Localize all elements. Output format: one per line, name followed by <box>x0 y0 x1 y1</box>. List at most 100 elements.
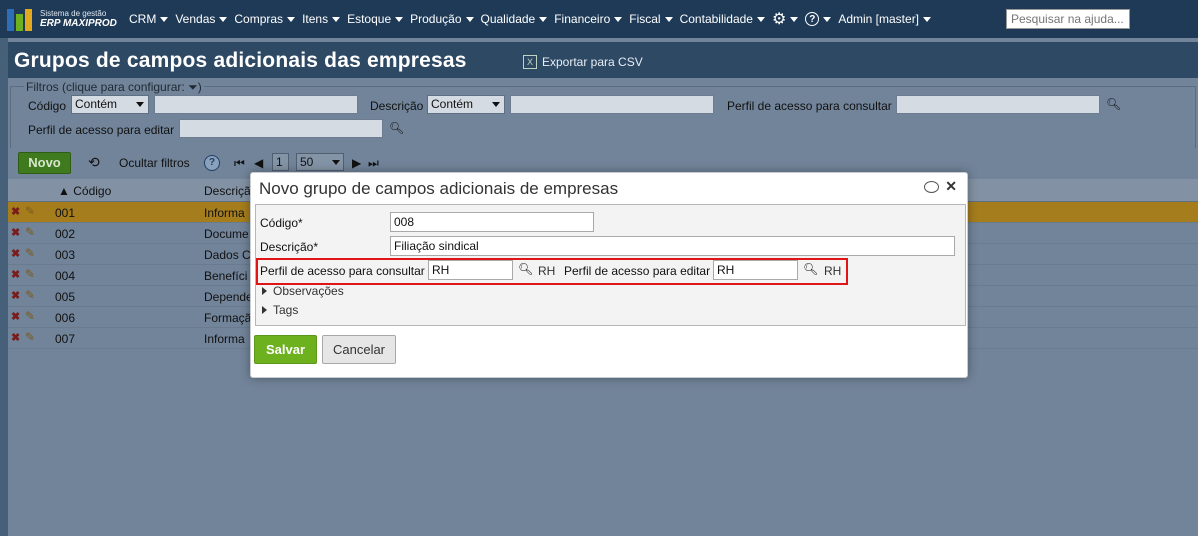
row-description: Depende <box>204 290 253 304</box>
edit-icon[interactable]: ✎ <box>25 267 35 281</box>
column-codigo[interactable]: ▲ Código <box>58 184 111 198</box>
search-icon[interactable]: 🔍︎ <box>803 262 818 276</box>
operator-value: Contém <box>75 97 118 111</box>
filter-consultar-input[interactable] <box>896 95 1100 114</box>
row-description: Docume <box>204 227 249 241</box>
row-code: 002 <box>55 227 76 241</box>
menu-label: Contabilidade <box>679 12 753 26</box>
filter-editar-label: Perfil de acesso para editar <box>28 123 175 137</box>
new-button[interactable]: Novo <box>18 152 71 174</box>
page-size-value: 50 <box>300 155 314 169</box>
help-circle-icon[interactable]: ? <box>204 154 220 171</box>
edit-icon[interactable]: ✎ <box>25 204 35 218</box>
filter-codigo-operator[interactable]: Contém <box>71 95 149 114</box>
codigo-input[interactable]: 008 <box>390 212 594 232</box>
menu-label: Fiscal <box>629 12 661 26</box>
chevron-down-icon <box>664 16 673 22</box>
page-size-select[interactable]: 50 <box>296 153 344 171</box>
prev-page-icon[interactable]: ◀ <box>254 156 263 170</box>
menu-crm[interactable]: CRM <box>129 12 169 26</box>
cancel-button[interactable]: Cancelar <box>322 335 396 364</box>
export-csv-button[interactable]: X Exportar para CSV <box>523 55 643 69</box>
top-navbar: Sistema de gestão ERP MAXIPROD CRM Venda… <box>0 0 1198 38</box>
expand-arrow-icon <box>262 306 267 314</box>
tags-label: Tags <box>273 303 299 317</box>
spreadsheet-icon: X <box>523 55 537 69</box>
edit-icon[interactable]: ✎ <box>25 225 35 239</box>
delete-icon[interactable]: ✖ <box>11 268 20 281</box>
delete-icon[interactable]: ✖ <box>11 247 20 260</box>
app-logo[interactable]: Sistema de gestão ERP MAXIPROD <box>7 7 129 31</box>
codigo-label: Código* <box>260 216 303 230</box>
menu-financeiro[interactable]: Financeiro <box>554 12 623 26</box>
operator-value: Contém <box>431 97 474 111</box>
menu-user[interactable]: Admin [master] <box>838 12 932 26</box>
delete-icon[interactable]: ✖ <box>11 205 20 218</box>
search-icon[interactable]: 🔍︎ <box>389 121 404 135</box>
filter-descricao-input[interactable] <box>510 95 714 114</box>
observacoes-label: Observações <box>273 284 344 298</box>
menu-help[interactable]: ? <box>805 12 832 26</box>
refresh-icon[interactable]: ⟲ <box>88 154 100 171</box>
edit-icon[interactable]: ✎ <box>25 330 35 344</box>
row-code: 005 <box>55 290 76 304</box>
consultar-input[interactable]: RH <box>428 260 513 280</box>
search-icon[interactable]: 🔍︎ <box>1106 97 1121 111</box>
filter-consultar-label: Perfil de acesso para consultar <box>727 99 892 113</box>
menu-fiscal[interactable]: Fiscal <box>629 12 673 26</box>
chevron-down-icon <box>160 16 169 22</box>
column-descricao[interactable]: Descriçã <box>204 184 251 198</box>
comment-icon[interactable] <box>924 180 940 193</box>
menu-producao[interactable]: Produção <box>410 12 474 26</box>
menu-estoque[interactable]: Estoque <box>347 12 404 26</box>
row-description: Benefíci <box>204 269 248 283</box>
chevron-down-icon <box>219 16 228 22</box>
filter-codigo-input[interactable] <box>154 95 358 114</box>
page-number-input[interactable]: 1 <box>272 153 289 171</box>
filter-descricao-operator[interactable]: Contém <box>427 95 505 114</box>
delete-icon[interactable]: ✖ <box>11 310 20 323</box>
menu-settings[interactable]: ⚙ <box>772 9 799 29</box>
chevron-down-icon <box>923 16 932 22</box>
sort-asc-icon: ▲ <box>58 184 70 198</box>
user-label: Admin [master] <box>838 12 920 26</box>
delete-icon[interactable]: ✖ <box>11 289 20 302</box>
menu-itens[interactable]: Itens <box>302 12 341 26</box>
filter-editar-input[interactable] <box>179 119 383 138</box>
menu-compras[interactable]: Compras <box>234 12 296 26</box>
chevron-down-icon <box>492 102 500 107</box>
filters-legend[interactable]: Filtros (clique para configurar: ⏷) <box>24 80 204 95</box>
menu-contabilidade[interactable]: Contabilidade <box>680 12 765 26</box>
save-button[interactable]: Salvar <box>254 335 317 364</box>
export-label: Exportar para CSV <box>542 55 643 69</box>
next-page-icon[interactable]: ▶ <box>352 156 361 170</box>
chevron-down-icon <box>823 16 832 22</box>
dialog-tools: ✕ <box>924 178 957 195</box>
close-icon[interactable]: ✕ <box>945 178 957 195</box>
row-description: Informa <box>204 206 245 220</box>
delete-icon[interactable]: ✖ <box>11 226 20 239</box>
hide-filters-button[interactable]: Ocultar filtros <box>119 156 190 170</box>
help-search-input[interactable] <box>1006 9 1130 29</box>
menu-qualidade[interactable]: Qualidade <box>481 12 548 26</box>
observacoes-expander[interactable]: Observações <box>262 284 344 298</box>
consultar-label: Perfil de acesso para consultar <box>260 264 425 278</box>
edit-icon[interactable]: ✎ <box>25 246 35 260</box>
delete-icon[interactable]: ✖ <box>11 331 20 344</box>
descricao-input[interactable]: Filiação sindical <box>390 236 955 256</box>
first-page-icon[interactable]: ⏮ <box>234 156 245 171</box>
main-menu: CRM Vendas Compras Itens Estoque Produçã… <box>129 0 938 38</box>
tags-expander[interactable]: Tags <box>262 303 298 317</box>
row-description: Dados C <box>204 248 251 262</box>
edit-icon[interactable]: ✎ <box>25 288 35 302</box>
last-page-icon[interactable]: ⏭ <box>368 156 379 171</box>
editar-input[interactable]: RH <box>713 260 798 280</box>
search-icon[interactable]: 🔍︎ <box>518 262 533 276</box>
menu-vendas[interactable]: Vendas <box>175 12 228 26</box>
page-title: Grupos de campos adicionais das empresas <box>14 49 467 72</box>
new-group-dialog: Novo grupo de campos adicionais de empre… <box>250 172 968 378</box>
filters-legend-label: Filtros (clique para configurar: <box>26 80 185 94</box>
menu-label: Vendas <box>175 12 216 26</box>
menu-label: Itens <box>302 12 329 26</box>
edit-icon[interactable]: ✎ <box>25 309 35 323</box>
